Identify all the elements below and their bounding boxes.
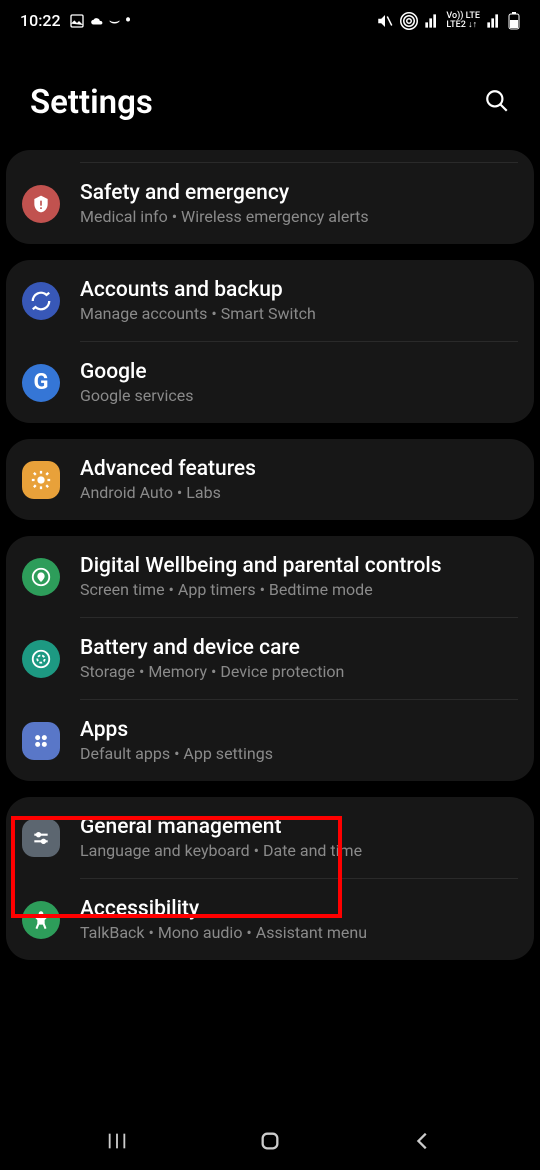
- more-icon: ⌣ •: [109, 10, 132, 31]
- accessibility-icon: [22, 901, 60, 939]
- signal-icon-2: [486, 13, 502, 29]
- item-title: Digital Wellbeing and parental controls: [80, 554, 518, 578]
- hotspot-icon: [400, 12, 418, 30]
- apps-icon: [22, 722, 60, 760]
- settings-item-accessibility[interactable]: Accessibility TalkBack • Mono audio • Ass…: [6, 879, 534, 960]
- search-button[interactable]: [484, 88, 510, 118]
- item-subtitle: Google services: [80, 386, 518, 405]
- item-title: Advanced features: [80, 457, 518, 481]
- item-title: Google: [80, 360, 518, 384]
- item-title: Accessibility: [80, 897, 518, 921]
- general-icon: [22, 819, 60, 857]
- battery-icon-status: [508, 12, 520, 30]
- status-time: 10:22: [20, 11, 61, 30]
- item-subtitle: Language and keyboard • Date and time: [80, 841, 518, 860]
- mute-icon: [376, 12, 394, 30]
- home-button[interactable]: [230, 1121, 310, 1161]
- settings-item-safety-and-emergency[interactable]: Safety and emergency Medical info • Wirel…: [6, 163, 534, 244]
- status-bar: 10:22 ⌣ • Vo)) LTELTE2 ↓↑: [0, 0, 540, 37]
- google-icon: G: [22, 364, 60, 402]
- signal-icon-1: [424, 13, 440, 29]
- item-text: Safety and emergency Medical info • Wirel…: [80, 181, 518, 226]
- picture-icon: [69, 13, 85, 29]
- wellbeing-icon: [22, 558, 60, 596]
- sync-icon: [22, 282, 60, 320]
- settings-group: Safety and emergency Medical info • Wirel…: [6, 150, 534, 244]
- item-title: Battery and device care: [80, 636, 518, 660]
- settings-group: Accounts and backup Manage accounts • Sma…: [6, 260, 534, 423]
- settings-item-google[interactable]: G Google Google services: [6, 342, 534, 423]
- safety-icon: [22, 185, 60, 223]
- item-title: Safety and emergency: [80, 181, 518, 205]
- recents-icon: [106, 1130, 128, 1152]
- settings-list: Safety and emergency Medical info • Wirel…: [0, 150, 540, 960]
- settings-item-general-management[interactable]: General management Language and keyboard …: [6, 797, 534, 878]
- battery-icon: [22, 640, 60, 678]
- item-text: Google Google services: [80, 360, 518, 405]
- cloud-icon: [90, 14, 104, 28]
- home-icon: [259, 1130, 281, 1152]
- item-title: Apps: [80, 718, 518, 742]
- settings-item-battery-and-device-care[interactable]: Battery and device care Storage • Memory …: [6, 618, 534, 699]
- search-icon: [484, 88, 510, 114]
- item-text: General management Language and keyboard …: [80, 815, 518, 860]
- settings-group: Digital Wellbeing and parental controls S…: [6, 536, 534, 781]
- status-left: 10:22 ⌣ •: [20, 10, 131, 31]
- settings-header: Settings: [0, 37, 540, 150]
- item-text: Accessibility TalkBack • Mono audio • Ass…: [80, 897, 518, 942]
- status-right: Vo)) LTELTE2 ↓↑: [376, 12, 520, 30]
- settings-item-digital-wellbeing-and-parental-controls[interactable]: Digital Wellbeing and parental controls S…: [6, 536, 534, 617]
- settings-item-advanced-features[interactable]: Advanced features Android Auto • Labs: [6, 439, 534, 520]
- settings-item-accounts-and-backup[interactable]: Accounts and backup Manage accounts • Sma…: [6, 260, 534, 341]
- settings-group: General management Language and keyboard …: [6, 797, 534, 960]
- item-subtitle: Android Auto • Labs: [80, 483, 518, 502]
- item-subtitle: Manage accounts • Smart Switch: [80, 304, 518, 323]
- item-text: Accounts and backup Manage accounts • Sma…: [80, 278, 518, 323]
- item-text: Digital Wellbeing and parental controls S…: [80, 554, 518, 599]
- settings-item-apps[interactable]: Apps Default apps • App settings: [6, 700, 534, 781]
- status-notification-icons: ⌣ •: [69, 10, 132, 31]
- back-button[interactable]: [383, 1121, 463, 1161]
- item-subtitle: Medical info • Wireless emergency alerts: [80, 207, 518, 226]
- item-subtitle: Screen time • App timers • Bedtime mode: [80, 580, 518, 599]
- recents-button[interactable]: [77, 1121, 157, 1161]
- advanced-icon: [22, 461, 60, 499]
- page-title: Settings: [30, 83, 153, 122]
- item-subtitle: TalkBack • Mono audio • Assistant menu: [80, 923, 518, 942]
- item-text: Battery and device care Storage • Memory …: [80, 636, 518, 681]
- item-text: Advanced features Android Auto • Labs: [80, 457, 518, 502]
- navigation-bar: [0, 1112, 540, 1170]
- item-subtitle: Default apps • App settings: [80, 744, 518, 763]
- item-title: Accounts and backup: [80, 278, 518, 302]
- network-label: Vo)) LTELTE2 ↓↑: [446, 12, 480, 30]
- settings-group: Advanced features Android Auto • Labs: [6, 439, 534, 520]
- item-text: Apps Default apps • App settings: [80, 718, 518, 763]
- item-title: General management: [80, 815, 518, 839]
- back-icon: [412, 1130, 434, 1152]
- item-subtitle: Storage • Memory • Device protection: [80, 662, 518, 681]
